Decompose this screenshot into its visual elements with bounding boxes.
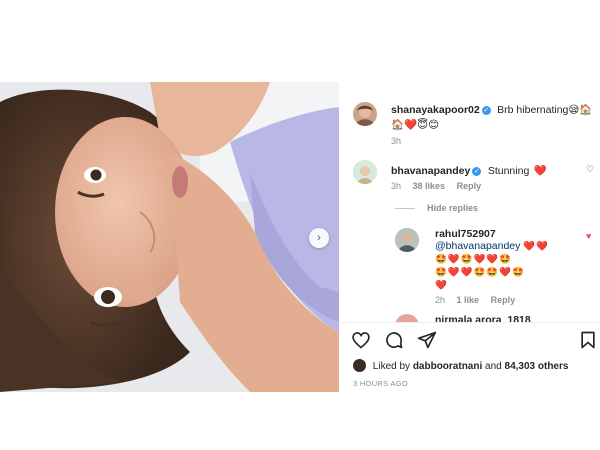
avatar[interactable]: [395, 228, 419, 252]
liked-by: Liked by dabbooratnani and 84,303 others: [353, 359, 568, 372]
comment-icon[interactable]: [384, 330, 404, 350]
avatar[interactable]: [353, 102, 377, 126]
chevron-right-icon: ›: [317, 232, 321, 244]
avatar[interactable]: [353, 359, 366, 372]
comment: bhavanapandey ✓ Stunning ❤️: [391, 161, 581, 179]
caption: shanayakapoor02 ✓ Brb hibernating😪🏠🏠❤️😇😊: [391, 102, 596, 132]
comment-text: Stunning: [487, 165, 530, 177]
hide-replies-button[interactable]: Hide replies: [427, 203, 478, 213]
actions-divider: [339, 322, 600, 323]
liked-by-user[interactable]: dabbooratnani: [413, 361, 482, 372]
next-photo-button[interactable]: ›: [309, 228, 329, 248]
liked-by-prefix: Liked by: [372, 361, 411, 372]
heart-outline-icon[interactable]: [351, 330, 371, 350]
caption-username[interactable]: shanayakapoor02: [391, 104, 480, 116]
reply-username[interactable]: rahul752907: [435, 228, 583, 240]
caption-time: 3h: [391, 136, 402, 146]
comment-reply-button[interactable]: Reply: [457, 181, 482, 191]
bookmark-icon[interactable]: [578, 330, 598, 350]
reply-likes[interactable]: 1 like: [457, 295, 480, 305]
reply-reply-button[interactable]: Reply: [491, 295, 516, 305]
instagram-post: › shanayakapoor02 ✓ Brb hibernating😪🏠🏠❤️😇…: [0, 82, 600, 392]
avatar[interactable]: [395, 314, 419, 322]
replies-divider: [395, 208, 415, 209]
caption-meta: 3h: [391, 136, 410, 146]
comment-like-icon[interactable]: ♡: [586, 164, 594, 175]
comment-time: 3h: [391, 181, 402, 191]
reply-username[interactable]: nirmala arora_1818: [435, 314, 531, 322]
send-icon[interactable]: [417, 330, 437, 350]
reply-emojis-4: ❤️: [435, 280, 448, 291]
avatar[interactable]: [353, 160, 377, 184]
post-timestamp[interactable]: 3 HOURS AGO: [353, 379, 408, 388]
reply-mention[interactable]: @bhavanapandey: [435, 240, 520, 252]
post-photo[interactable]: ›: [0, 82, 339, 392]
comment-likes[interactable]: 38 likes: [413, 181, 446, 191]
action-bar: [339, 330, 600, 350]
liked-by-count[interactable]: 84,303 others: [505, 361, 569, 372]
post-side-panel: shanayakapoor02 ✓ Brb hibernating😪🏠🏠❤️😇😊 …: [339, 82, 600, 392]
comment-emoji: ❤️: [533, 165, 547, 177]
comments-list[interactable]: shanayakapoor02 ✓ Brb hibernating😪🏠🏠❤️😇😊 …: [339, 82, 600, 322]
liked-by-middle: and: [485, 361, 502, 372]
reply-time: 2h: [435, 295, 446, 305]
reply-meta: 2h 1 like Reply: [435, 295, 524, 305]
caption-text: Brb hibernating: [497, 104, 569, 116]
reply-liked-heart-icon[interactable]: ♥: [586, 231, 591, 241]
reply: rahul752907 @bhavanapandey ❤️❤️ 🤩❤️🤩❤️❤️…: [435, 228, 583, 292]
verified-badge-icon: ✓: [472, 167, 482, 176]
verified-badge-icon: ✓: [481, 106, 491, 115]
comment-username[interactable]: bhavanapandey: [391, 165, 470, 177]
reply-emojis-1: ❤️❤️: [523, 241, 549, 252]
comment-meta: 3h 38 likes Reply: [391, 181, 490, 191]
reply-emojis-2: 🤩❤️🤩❤️❤️🤩: [435, 254, 512, 265]
selfie-illustration: [0, 82, 339, 392]
reply-emojis-3: 🤩❤️❤️🤩🤩❤️🤩: [435, 267, 525, 278]
